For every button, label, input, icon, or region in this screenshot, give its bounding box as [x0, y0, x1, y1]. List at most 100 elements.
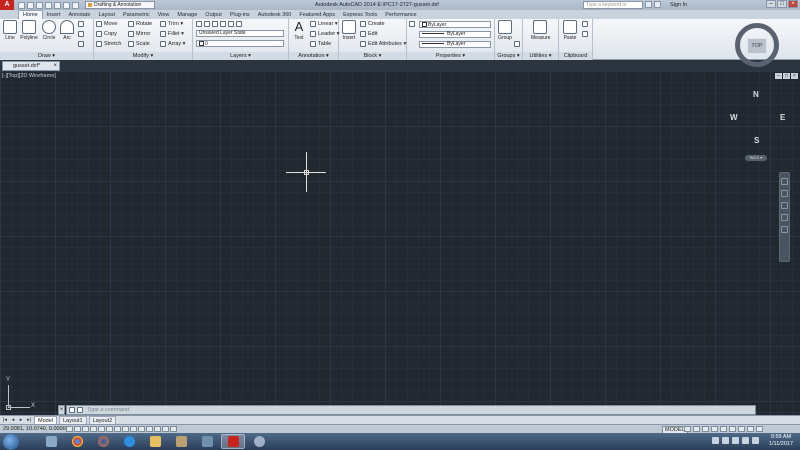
- close-icon[interactable]: ×: [788, 0, 798, 8]
- viewport-controls[interactable]: [-][Top][2D Wireframe]: [2, 73, 56, 79]
- file-tab-gusset[interactable]: gusset.dxf*: [2, 61, 60, 71]
- edit-attributes-button[interactable]: Edit Attributes ▾: [360, 41, 406, 47]
- full-navigation-wheel-icon[interactable]: [781, 178, 788, 185]
- 3d-osnap-icon[interactable]: [114, 426, 121, 432]
- save-as-icon[interactable]: [45, 1, 52, 9]
- application-menu-button[interactable]: A: [0, 0, 14, 10]
- rotate-button[interactable]: Rotate: [128, 21, 152, 27]
- tab-plug-ins[interactable]: Plug-ins: [226, 11, 254, 19]
- workspace-switching-icon[interactable]: [720, 426, 727, 432]
- measure-button[interactable]: Measure: [531, 20, 550, 41]
- layer-freeze-icon[interactable]: [220, 21, 226, 27]
- show-hidden-icons-icon[interactable]: [712, 437, 719, 444]
- taskbar-autocad[interactable]: [221, 434, 245, 449]
- workspace-dropdown[interactable]: Drafting & Annotation: [85, 1, 155, 9]
- taskbar-firefox[interactable]: [91, 434, 115, 449]
- user-icon[interactable]: [654, 1, 661, 8]
- tab-parametric[interactable]: Parametric: [119, 11, 154, 19]
- volume-icon[interactable]: [742, 437, 749, 444]
- language-icon[interactable]: [752, 437, 759, 444]
- taskbar-media[interactable]: [195, 434, 219, 449]
- stretch-button[interactable]: Stretch: [96, 41, 121, 47]
- orbit-icon[interactable]: [781, 214, 788, 221]
- copy-clip-icon[interactable]: [582, 31, 588, 37]
- command-settings-icon[interactable]: [69, 407, 75, 413]
- quick-properties-icon[interactable]: [162, 426, 169, 432]
- tab-insert[interactable]: Insert: [43, 11, 65, 19]
- tab-annotate[interactable]: Annotate: [64, 11, 94, 19]
- polyline-button[interactable]: Polyline: [20, 20, 38, 41]
- object-snap-tracking-icon[interactable]: [122, 426, 129, 432]
- new-icon[interactable]: [18, 1, 25, 9]
- grid-display-icon[interactable]: [82, 426, 89, 432]
- viewport-close-icon[interactable]: ×: [791, 73, 798, 79]
- dynamic-ucs-icon[interactable]: [130, 426, 137, 432]
- object-snap-icon[interactable]: [106, 426, 113, 432]
- quick-view-drawings-icon[interactable]: [693, 426, 700, 432]
- tab-performance[interactable]: Performance: [381, 11, 421, 19]
- annotation-panel-title[interactable]: Annotation ▾: [289, 52, 338, 60]
- quick-view-layouts-icon[interactable]: [684, 426, 691, 432]
- layers-panel-title[interactable]: Layers ▾: [193, 52, 288, 60]
- annotation-visibility-icon[interactable]: [711, 426, 718, 432]
- viewcube-top-face[interactable]: TOP: [747, 38, 767, 54]
- taskbar-photos[interactable]: [169, 434, 193, 449]
- compass-west[interactable]: W: [730, 113, 738, 122]
- viewport-minimize-icon[interactable]: –: [775, 73, 782, 79]
- linear-dimension-button[interactable]: Linear ▾: [310, 21, 338, 27]
- annotation-scale-icon[interactable]: [702, 426, 709, 432]
- transparency-icon[interactable]: [154, 426, 161, 432]
- snap-mode-icon[interactable]: [74, 426, 81, 432]
- leader-button[interactable]: Leader ▾: [310, 31, 339, 37]
- create-block-button[interactable]: Create: [360, 21, 385, 27]
- pan-icon[interactable]: [781, 190, 788, 197]
- clock[interactable]: 9:59 AM 1/11/2017: [764, 434, 798, 448]
- tab-view[interactable]: View: [154, 11, 174, 19]
- prev-layout-icon[interactable]: ◂: [10, 417, 16, 423]
- paste-button[interactable]: Paste: [561, 20, 579, 41]
- arc-button[interactable]: Arc: [58, 20, 76, 41]
- undo-icon[interactable]: [63, 1, 70, 9]
- mirror-button[interactable]: Mirror: [128, 31, 150, 37]
- edit-block-button[interactable]: Edit: [360, 31, 377, 37]
- insert-button[interactable]: Insert: [340, 20, 358, 41]
- taskbar-chrome[interactable]: [65, 434, 89, 449]
- network-icon[interactable]: [732, 437, 739, 444]
- lineweight-icon[interactable]: [146, 426, 153, 432]
- taskbar-explorer-libraries[interactable]: [39, 434, 63, 449]
- hardware-acceleration-icon[interactable]: [747, 426, 754, 432]
- scale-button[interactable]: Scale: [128, 41, 150, 47]
- wcs-menu-button[interactable]: WCS ▾: [745, 155, 767, 161]
- properties-panel-title[interactable]: Properties ▾: [407, 52, 494, 60]
- block-panel-title[interactable]: Block ▾: [339, 52, 406, 60]
- taskbar-app[interactable]: [247, 434, 271, 449]
- infer-constraints-icon[interactable]: [66, 426, 73, 432]
- dynamic-input-icon[interactable]: [138, 426, 145, 432]
- zoom-extents-icon[interactable]: [781, 202, 788, 209]
- group-selection-icon[interactable]: [514, 41, 520, 47]
- group-button[interactable]: Group: [496, 20, 514, 41]
- layer-dropdown[interactable]: 0: [196, 40, 284, 47]
- drawing-canvas[interactable]: [-][Top][2D Wireframe] – □ ×: [0, 71, 800, 415]
- copy-button[interactable]: Copy: [96, 31, 117, 37]
- flag-icon[interactable]: [722, 437, 729, 444]
- utilities-panel-title[interactable]: Utilities ▾: [523, 52, 558, 60]
- cut-icon[interactable]: [582, 21, 588, 27]
- groups-panel-title[interactable]: Groups ▾: [495, 52, 522, 60]
- table-button[interactable]: Table: [310, 41, 331, 47]
- minimize-icon[interactable]: –: [766, 0, 776, 8]
- command-line-close-icon[interactable]: ×: [58, 405, 65, 415]
- maximize-icon[interactable]: □: [777, 0, 787, 8]
- start-button-icon[interactable]: [3, 433, 19, 450]
- redo-icon[interactable]: [72, 1, 79, 9]
- modify-panel-title[interactable]: Modify ▾: [94, 52, 192, 60]
- sign-in-button[interactable]: Sign In: [670, 0, 687, 10]
- command-input[interactable]: Type a command: [87, 407, 129, 413]
- tab-layout[interactable]: Layout: [94, 11, 119, 19]
- compass-north[interactable]: N: [753, 90, 759, 99]
- viewport-restore-icon[interactable]: □: [783, 73, 790, 79]
- move-button[interactable]: Move: [96, 21, 117, 27]
- save-icon[interactable]: [36, 1, 43, 9]
- rectangle-icon[interactable]: [78, 21, 84, 27]
- command-line[interactable]: Type a command: [66, 405, 756, 415]
